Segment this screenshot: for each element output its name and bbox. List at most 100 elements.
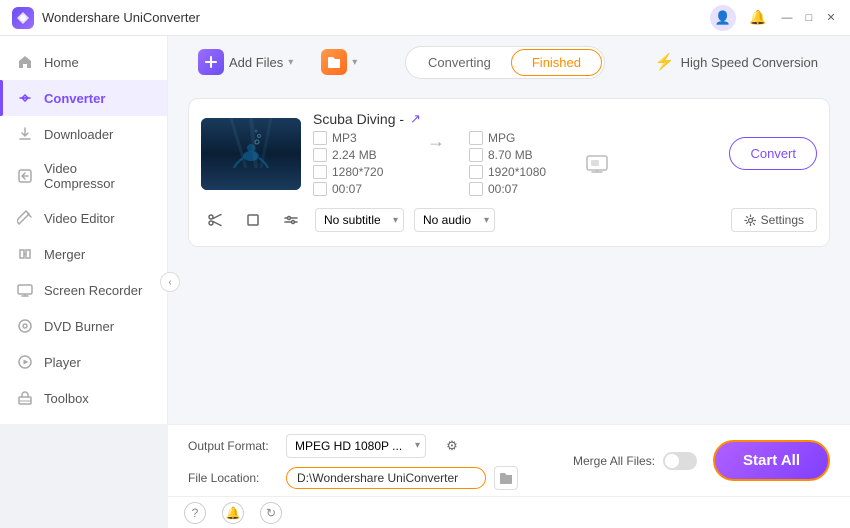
sidebar-item-downloader[interactable]: Downloader xyxy=(0,116,167,152)
source-resolution-text: 1280*720 xyxy=(332,165,383,179)
sidebar: Home Converter Downloader Video Compress… xyxy=(0,36,168,424)
content-area: Scuba Diving - ↗ MP3 xyxy=(168,88,850,424)
add-folder-button[interactable]: ▾ xyxy=(311,43,367,81)
merge-label: Merge All Files: xyxy=(573,454,655,468)
folder-browse-button[interactable] xyxy=(494,466,518,490)
source-format-icon xyxy=(313,131,327,145)
window-controls: 👤 🔔 — □ ✕ xyxy=(710,4,838,32)
help-icon[interactable]: ? xyxy=(184,502,206,524)
maximize-button[interactable]: □ xyxy=(802,11,816,25)
subtitle-select-wrapper: No subtitle xyxy=(315,208,404,232)
sidebar-item-screen-recorder[interactable]: Screen Recorder xyxy=(0,272,167,308)
editor-icon xyxy=(16,209,34,227)
effects-button[interactable] xyxy=(277,206,305,234)
target-duration-text: 00:07 xyxy=(488,182,518,196)
source-res-icon xyxy=(313,165,327,179)
sidebar-item-dvd-burner[interactable]: DVD Burner xyxy=(0,308,167,344)
target-size: 8.70 MB xyxy=(469,148,559,162)
minimize-button[interactable]: — xyxy=(780,11,794,25)
sidebar-label-home: Home xyxy=(44,55,79,70)
file-location-input[interactable] xyxy=(286,467,486,489)
status-bar: ? 🔔 ↻ xyxy=(168,496,850,528)
file-info: Scuba Diving - ↗ MP3 xyxy=(313,111,717,196)
sidebar-label-screen-recorder: Screen Recorder xyxy=(44,283,142,298)
output-format-line: Output Format: MPEG HD 1080P ... ⚙ xyxy=(188,432,557,460)
file-card: Scuba Diving - ↗ MP3 xyxy=(188,98,830,247)
source-duration: 00:07 xyxy=(313,182,403,196)
app-logo xyxy=(12,7,34,29)
refresh-icon[interactable]: ↻ xyxy=(260,502,282,524)
start-all-button[interactable]: Start All xyxy=(713,440,830,481)
sidebar-item-home[interactable]: Home xyxy=(0,44,167,80)
file-meta: MP3 2.24 MB 1280*720 xyxy=(313,131,717,196)
settings-button[interactable]: Settings xyxy=(731,208,817,232)
bottom-bar: Output Format: MPEG HD 1080P ... ⚙ File … xyxy=(168,424,850,496)
file-thumbnail xyxy=(201,118,301,190)
file-location-label: File Location: xyxy=(188,471,278,485)
source-size-text: 2.24 MB xyxy=(332,148,377,162)
player-icon xyxy=(16,353,34,371)
add-files-button[interactable]: Add Files ▾ xyxy=(188,43,303,81)
format-settings-button[interactable]: ⚙ xyxy=(438,432,466,460)
file-location-line: File Location: xyxy=(188,466,557,490)
merge-group: Merge All Files: xyxy=(573,452,697,470)
downloader-icon xyxy=(16,125,34,143)
main-area: Add Files ▾ ▾ Converting Finished ⚡ High… xyxy=(168,36,850,528)
add-folder-chevron: ▾ xyxy=(352,57,357,68)
user-button[interactable]: 👤 xyxy=(710,5,736,31)
home-icon xyxy=(16,53,34,71)
target-size-text: 8.70 MB xyxy=(488,148,533,162)
convert-button[interactable]: Convert xyxy=(729,137,817,170)
sidebar-label-dvd-burner: DVD Burner xyxy=(44,319,114,334)
scissors-button[interactable] xyxy=(201,206,229,234)
sidebar-label-toolbox: Toolbox xyxy=(44,391,89,406)
target-format-icon xyxy=(469,131,483,145)
source-dur-icon xyxy=(313,182,327,196)
merge-toggle[interactable] xyxy=(663,452,697,470)
output-format-label: Output Format: xyxy=(188,439,278,453)
converter-icon xyxy=(16,89,34,107)
settings-label: Settings xyxy=(761,213,804,227)
source-format-text: MP3 xyxy=(332,131,357,145)
source-resolution: 1280*720 xyxy=(313,165,403,179)
screen-recorder-icon xyxy=(16,281,34,299)
sidebar-item-video-compressor[interactable]: Video Compressor xyxy=(0,152,167,200)
sidebar-item-toolbox[interactable]: Toolbox xyxy=(0,380,167,416)
speed-conversion-button[interactable]: ⚡ High Speed Conversion xyxy=(643,47,830,77)
file-title: Scuba Diving - ↗ xyxy=(313,111,717,127)
target-format: MPG xyxy=(469,131,559,145)
sidebar-label-downloader: Downloader xyxy=(44,127,113,142)
source-duration-text: 00:07 xyxy=(332,182,362,196)
finished-tab[interactable]: Finished xyxy=(511,49,602,76)
tab-group: Converting Finished xyxy=(405,46,605,79)
audio-select-wrapper: No audio xyxy=(414,208,495,232)
sidebar-collapse-btn[interactable]: ‹ xyxy=(160,272,180,292)
converting-tab[interactable]: Converting xyxy=(408,49,511,76)
output-format-select[interactable]: MPEG HD 1080P ... xyxy=(286,434,426,458)
convert-arrow: → xyxy=(419,131,453,196)
sidebar-item-converter[interactable]: Converter xyxy=(0,80,167,116)
target-duration: 00:07 xyxy=(469,182,559,196)
add-files-icon xyxy=(198,49,224,75)
subtitle-select[interactable]: No subtitle xyxy=(315,208,404,232)
add-files-label: Add Files xyxy=(229,55,283,70)
speed-conversion-label: High Speed Conversion xyxy=(681,55,818,70)
target-dur-icon xyxy=(469,182,483,196)
audio-select[interactable]: No audio xyxy=(414,208,495,232)
sidebar-label-merger: Merger xyxy=(44,247,85,262)
sidebar-item-merger[interactable]: Merger xyxy=(0,236,167,272)
add-files-chevron: ▾ xyxy=(288,57,293,68)
lightning-icon: ⚡ xyxy=(655,52,675,72)
dvd-burner-icon xyxy=(16,317,34,335)
notification-button[interactable]: 🔔 xyxy=(744,4,772,32)
sidebar-item-video-editor[interactable]: Video Editor xyxy=(0,200,167,236)
source-size: 2.24 MB xyxy=(313,148,403,162)
target-resolution: 1920*1080 xyxy=(469,165,559,179)
bell-icon[interactable]: 🔔 xyxy=(222,502,244,524)
sidebar-item-player[interactable]: Player xyxy=(0,344,167,380)
sidebar-wrapper: Home Converter Downloader Video Compress… xyxy=(0,36,168,528)
crop-button[interactable] xyxy=(239,206,267,234)
close-button[interactable]: ✕ xyxy=(824,11,838,25)
device-icon-area xyxy=(575,131,619,196)
file-main-row: Scuba Diving - ↗ MP3 xyxy=(201,111,817,196)
